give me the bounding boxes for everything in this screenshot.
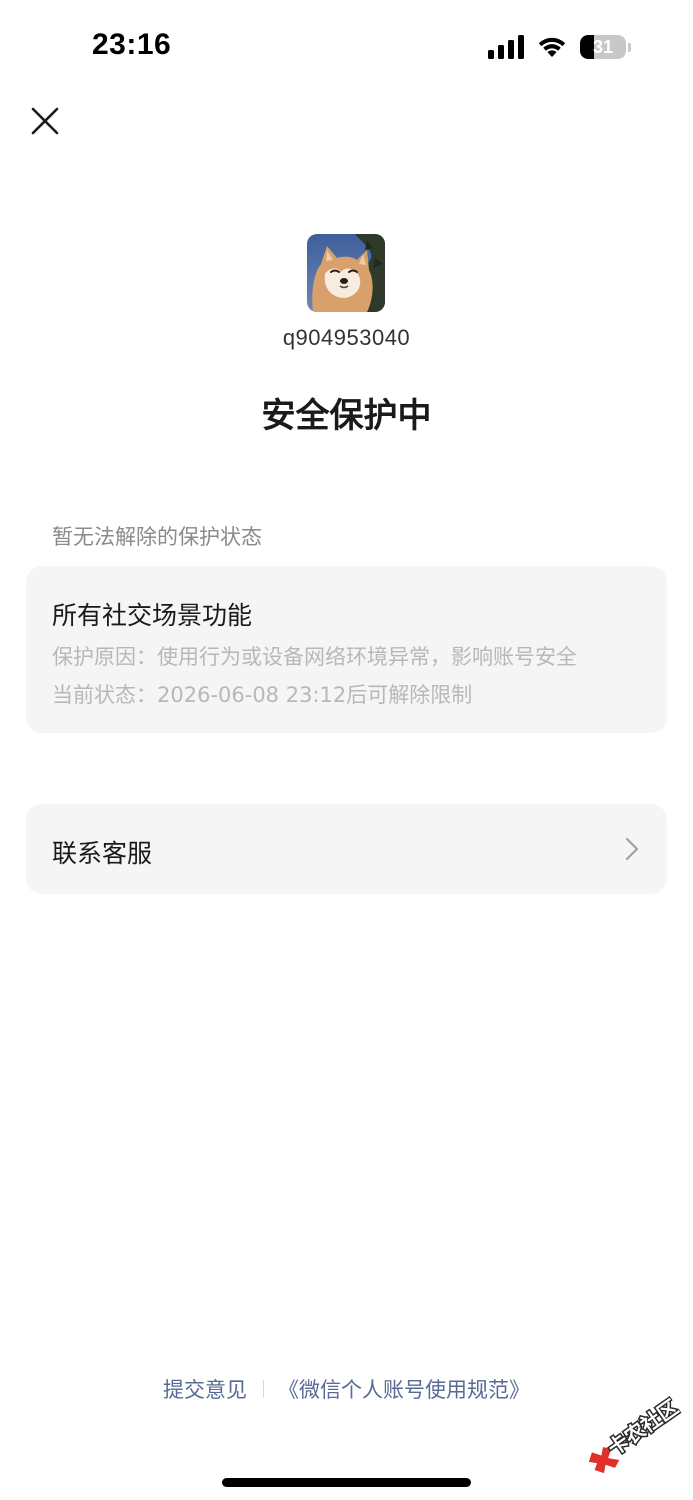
status-bar: 23:16 31 bbox=[0, 0, 693, 92]
battery-icon: 31 bbox=[580, 35, 626, 59]
status-time: 23:16 bbox=[92, 28, 172, 61]
account-rules-link[interactable]: 《微信个人账号使用规范》 bbox=[278, 1374, 530, 1404]
chevron-right-icon bbox=[625, 837, 639, 861]
protection-title: 所有社交场景功能 bbox=[52, 601, 253, 630]
protection-status-card: 所有社交场景功能 保护原因：使用行为或设备网络环境异常，影响账号安全 当前状态：… bbox=[26, 566, 667, 733]
avatar bbox=[307, 234, 385, 312]
close-icon bbox=[31, 107, 59, 135]
home-indicator[interactable] bbox=[222, 1478, 471, 1487]
close-button[interactable] bbox=[28, 104, 62, 138]
wifi-icon bbox=[538, 37, 566, 57]
status-icons: 31 bbox=[488, 33, 631, 61]
contact-support-label: 联系客服 bbox=[52, 839, 153, 868]
footer-divider bbox=[263, 1380, 264, 1398]
battery-level: 31 bbox=[592, 36, 614, 57]
battery-nub bbox=[628, 42, 631, 52]
protection-current-status: 当前状态：2026-06-08 23:12后可解除限制 bbox=[52, 683, 473, 707]
submit-feedback-link[interactable]: 提交意见 bbox=[163, 1374, 247, 1404]
contact-support-button[interactable]: 联系客服 bbox=[26, 804, 667, 894]
shiba-dog-avatar-image bbox=[307, 234, 385, 312]
page-title: 安全保护中 bbox=[261, 396, 432, 436]
watermark-text: 卡农社区 bbox=[603, 1395, 682, 1461]
cellular-signal-icon bbox=[488, 35, 524, 59]
section-label: 暂无法解除的保护状态 bbox=[52, 525, 262, 549]
account-id: q904953040 bbox=[282, 325, 411, 350]
protection-reason: 保护原因：使用行为或设备网络环境异常，影响账号安全 bbox=[52, 645, 577, 669]
